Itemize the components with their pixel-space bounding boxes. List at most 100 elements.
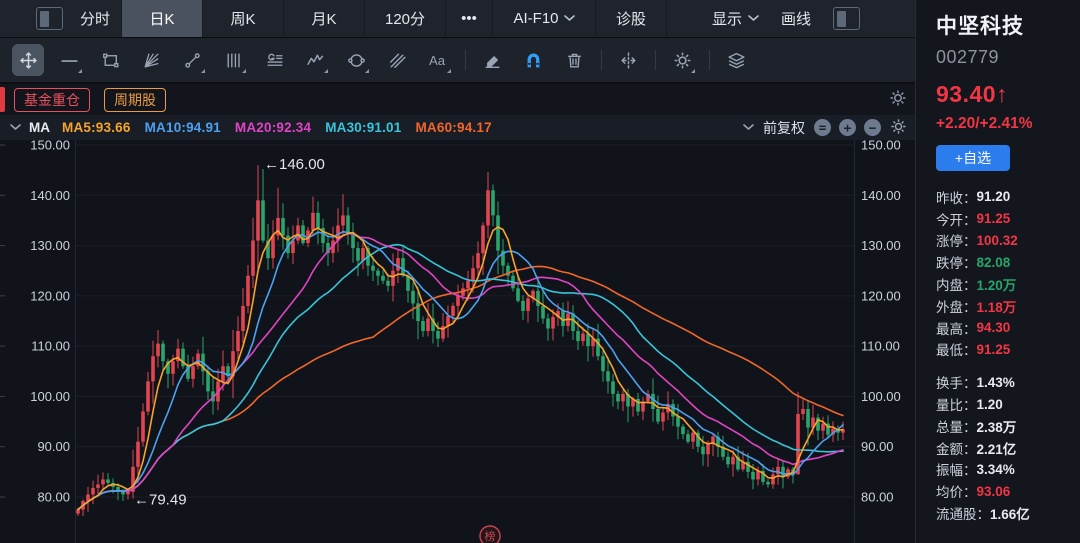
zoom-out-button[interactable]: − xyxy=(864,119,881,136)
circle-tool-icon[interactable] xyxy=(340,44,372,76)
tab-label: 120分 xyxy=(385,8,425,29)
candle-body xyxy=(391,271,395,286)
stat-value: 91.20 xyxy=(977,189,1011,204)
candle-body xyxy=(731,457,735,465)
tab-ai-f10[interactable]: AI-F10 xyxy=(493,0,596,37)
candle-body xyxy=(541,306,545,319)
candle-body xyxy=(651,394,655,409)
candle-body xyxy=(241,306,245,331)
tab-daily-k[interactable]: 日K xyxy=(122,0,203,37)
pitchfork-tool-icon[interactable] xyxy=(381,44,413,76)
candle-body xyxy=(516,288,520,301)
candle-body xyxy=(476,253,480,268)
y-axis-label-left: 110.00 xyxy=(31,339,70,354)
price-adjust-mode[interactable]: 前复权 xyxy=(763,118,805,138)
top-tab-bar: 分时日K周K月K 120分 •••AI-F10诊股 显示 画线 xyxy=(0,0,915,38)
candlestick-chart[interactable]: 80.0080.0090.0090.00100.00100.00110.0011… xyxy=(0,140,915,543)
stat-row: 外盘：1.18万 xyxy=(936,295,1080,317)
candle-body xyxy=(171,361,175,374)
dropdown-corner-icon xyxy=(201,69,205,73)
y-axis-label-right: 90.00 xyxy=(861,439,894,454)
ma-collapse-chevron-icon[interactable] xyxy=(10,124,21,131)
candle-body xyxy=(821,424,825,431)
candle-body xyxy=(356,248,360,261)
candle-body xyxy=(471,268,475,281)
tab-120min[interactable]: 120分 xyxy=(365,0,446,37)
tab-fenshi[interactable]: 分时 xyxy=(69,0,122,37)
settings-tool-icon[interactable] xyxy=(666,44,698,76)
candle-body xyxy=(481,225,485,253)
zoom-reset-button[interactable]: = xyxy=(814,119,831,136)
candle-body xyxy=(771,474,775,484)
ma-legend-item[interactable]: MA5:93.66 xyxy=(62,120,131,135)
rectangle-tool-icon[interactable] xyxy=(94,44,126,76)
gann-box-tool-icon[interactable] xyxy=(258,44,290,76)
stock-tag[interactable]: 周期股 xyxy=(104,88,166,112)
candle-body xyxy=(396,258,400,271)
candle-body xyxy=(616,394,620,402)
y-axis-label-right: 110.00 xyxy=(861,339,900,354)
zoom-in-button[interactable]: + xyxy=(839,119,856,136)
tab-zhengu[interactable]: 诊股 xyxy=(596,0,667,37)
stat-row: 总量：2.38万 xyxy=(936,415,1080,437)
topbar-display[interactable]: 显示 xyxy=(712,8,759,29)
candle-body xyxy=(141,412,145,442)
magnet-tool-icon[interactable] xyxy=(517,44,549,76)
ma-legend-item[interactable]: MA20:92.34 xyxy=(235,120,311,135)
candle-body xyxy=(611,381,615,394)
candle-body xyxy=(386,281,390,286)
ma-legend-item[interactable]: MA10:94.91 xyxy=(145,120,221,135)
adjust-chevron-icon[interactable] xyxy=(743,124,754,131)
gann-fan-tool-icon[interactable] xyxy=(135,44,167,76)
dropdown-corner-icon xyxy=(365,69,369,73)
tab-monthly-k[interactable]: 月K xyxy=(284,0,365,37)
stat-label: 量比： xyxy=(936,394,977,414)
stat-value: 2.21亿 xyxy=(977,438,1017,458)
stat-label: 内盘： xyxy=(936,274,977,294)
stat-row: 最高：94.30 xyxy=(936,317,1080,339)
drawing-toolbar: Aa xyxy=(0,38,915,83)
stat-row: 金额：2.21亿 xyxy=(936,437,1080,459)
tab-weekly-k[interactable]: 周K xyxy=(203,0,284,37)
wave-tool-icon[interactable] xyxy=(299,44,331,76)
toolbar-divider xyxy=(465,50,466,70)
vertical-lines-tool-icon[interactable] xyxy=(217,44,249,76)
stock-code: 002779 xyxy=(936,47,1080,68)
ma-legend-item[interactable]: MA60:94.17 xyxy=(415,120,491,135)
candle-body xyxy=(496,215,500,250)
text-tool-icon[interactable]: Aa xyxy=(422,44,454,76)
measure-tool-icon[interactable] xyxy=(176,44,208,76)
stat-value: 1.18万 xyxy=(977,296,1017,316)
candle-body xyxy=(316,213,320,228)
candle-body xyxy=(421,321,425,331)
stat-label: 今开： xyxy=(936,209,977,229)
ma-legend-item[interactable]: MA30:91.01 xyxy=(325,120,401,135)
tab-more-periods[interactable]: ••• xyxy=(446,0,493,37)
add-watchlist-button[interactable]: +自选 xyxy=(936,145,1010,171)
y-axis-label-left: 140.00 xyxy=(30,188,70,203)
dropdown-corner-icon xyxy=(691,69,695,73)
ma-settings-gear-icon[interactable] xyxy=(890,118,907,138)
layers-tool-icon[interactable] xyxy=(720,44,752,76)
topbar-draw-line[interactable]: 画线 xyxy=(781,8,811,29)
stat-value: 91.25 xyxy=(977,342,1011,357)
left-panel-toggle-icon[interactable] xyxy=(36,7,63,30)
split-adjust-tool-icon[interactable] xyxy=(612,44,644,76)
trend-line-tool-icon[interactable] xyxy=(53,44,85,76)
candle-body xyxy=(341,215,345,225)
stat-row: 换手：1.43% xyxy=(936,371,1080,393)
move-tool-icon[interactable] xyxy=(12,44,44,76)
y-axis-label-right: 150.00 xyxy=(861,140,901,153)
eraser-tool-icon[interactable] xyxy=(476,44,508,76)
candle-body xyxy=(691,433,695,442)
candle-body xyxy=(381,276,385,281)
stat-row: 均价：93.06 xyxy=(936,480,1080,502)
candle-body xyxy=(101,479,105,484)
trash-tool-icon[interactable] xyxy=(558,44,590,76)
right-panel-toggle-icon[interactable] xyxy=(833,7,860,30)
stat-label: 最高： xyxy=(936,318,977,338)
candle-body xyxy=(401,258,405,276)
candle-body xyxy=(486,190,490,225)
tags-settings-gear-icon[interactable] xyxy=(889,89,907,112)
stock-tag[interactable]: 基金重仓 xyxy=(14,88,90,112)
